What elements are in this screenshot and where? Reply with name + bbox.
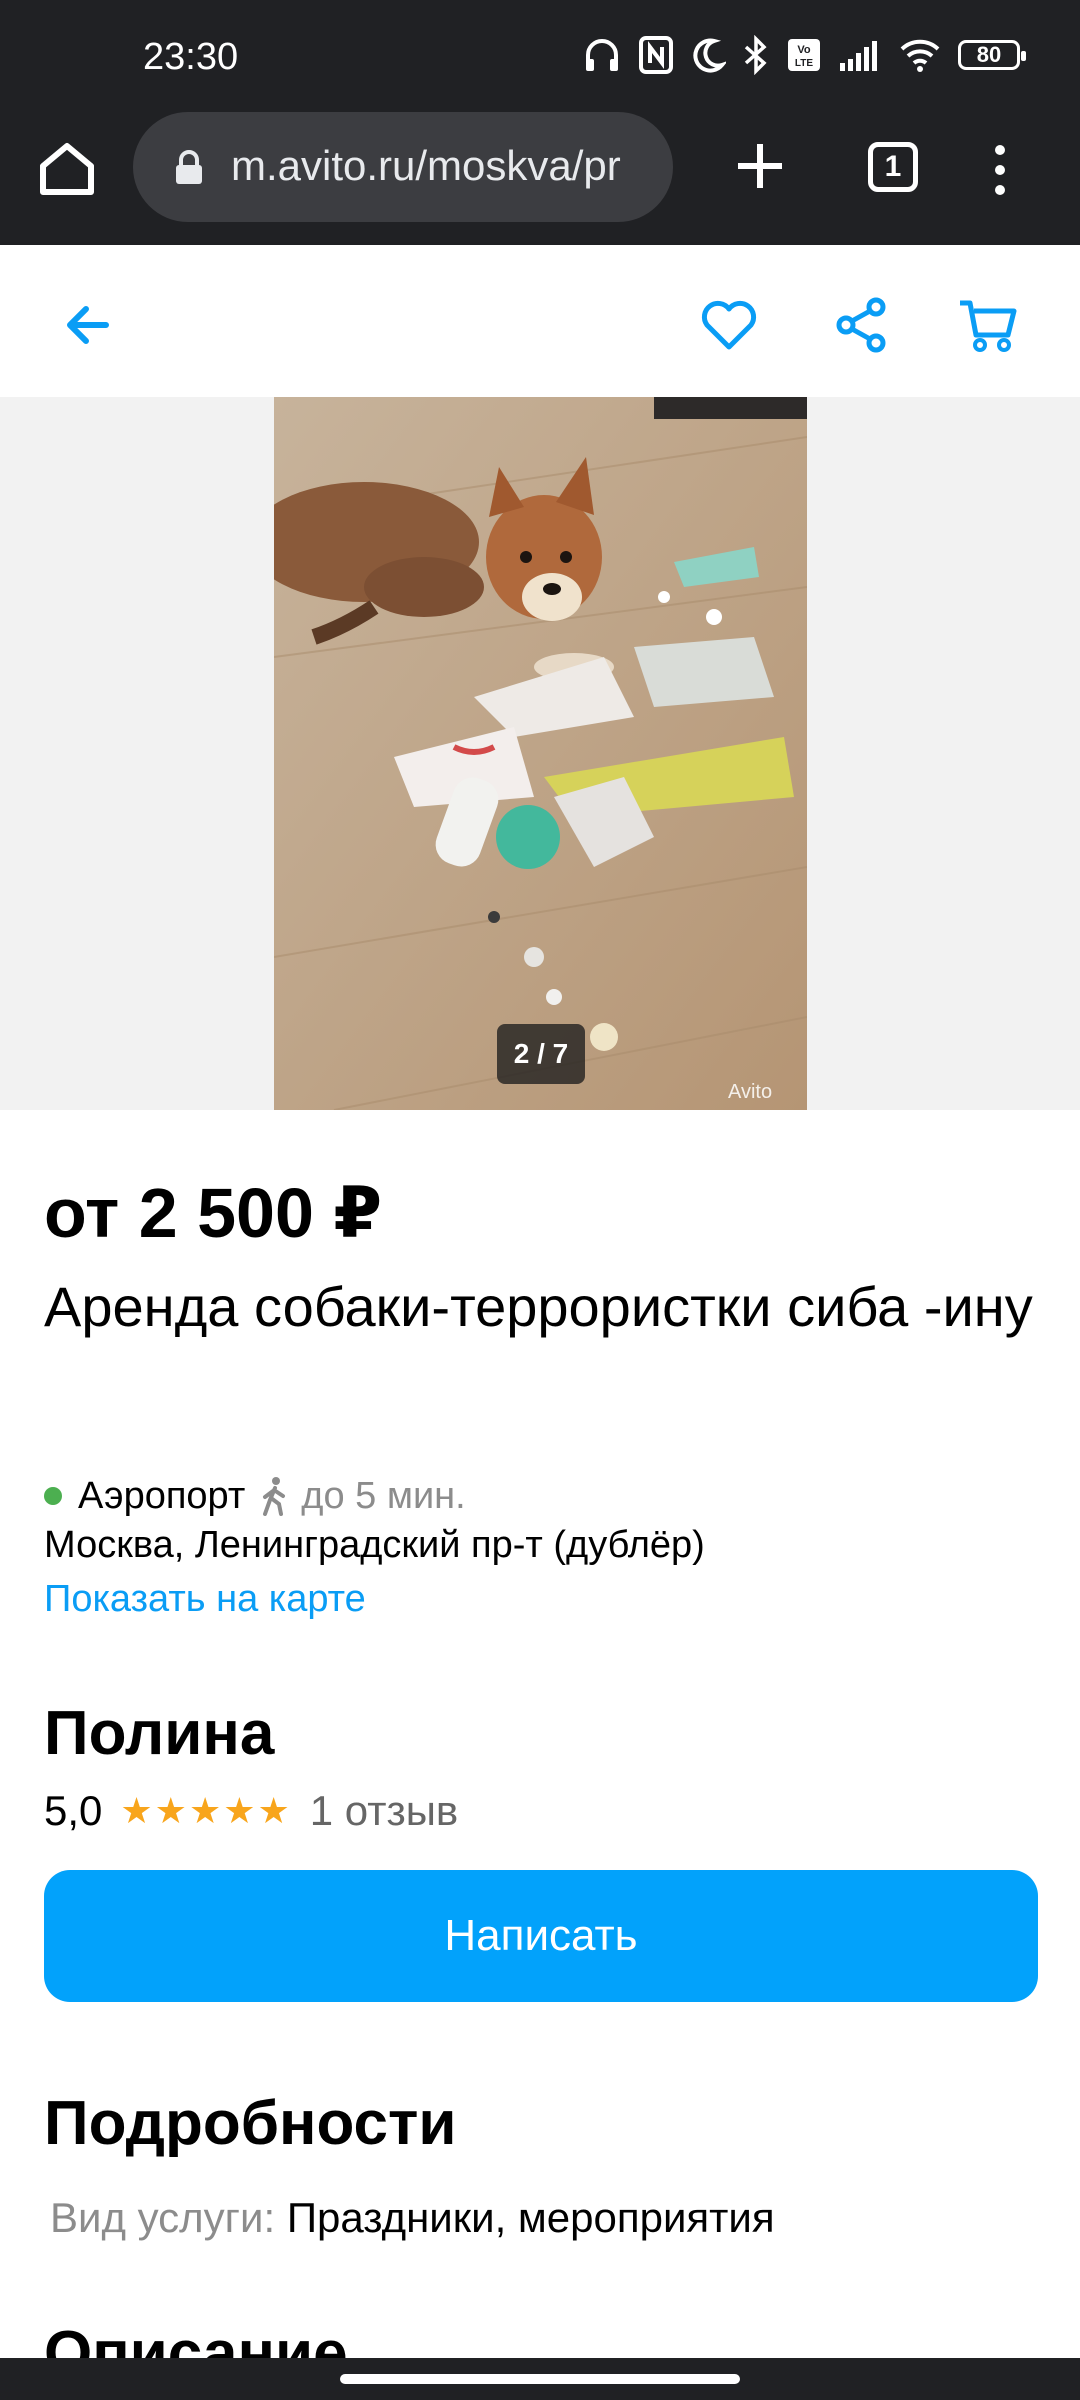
metro-line-dot	[44, 1487, 62, 1505]
home-icon[interactable]	[35, 140, 99, 196]
reviews-link[interactable]: 1 отзыв	[310, 1787, 458, 1835]
signal-icon	[840, 41, 877, 71]
seller-rating: 5,0 ★★★★★ 1 отзыв	[44, 1783, 458, 1839]
volte-icon: Vo LTE	[788, 39, 820, 71]
browser-chrome: 23:30 Vo LTE 80 m.avito.ru/moskva/pr 1	[0, 0, 1080, 245]
seller-name[interactable]: Полина	[44, 1698, 274, 1769]
system-nav-bar	[0, 2358, 1080, 2400]
detail-value: Праздники, мероприятия	[286, 2194, 775, 2241]
photo-counter: 2 / 7	[497, 1024, 585, 1084]
listing-title: Аренда собаки-террористки сиба -ину	[44, 1275, 1033, 1338]
battery-icon: 80	[958, 40, 1026, 70]
write-message-button[interactable]: Написать	[44, 1870, 1038, 2002]
tab-switcher-button[interactable]: 1	[868, 142, 918, 192]
star-rating-icon: ★★★★★	[120, 1790, 292, 1831]
back-arrow-icon[interactable]	[56, 293, 120, 357]
rating-value: 5,0	[44, 1787, 103, 1834]
metro-station: Аэропорт	[78, 1474, 246, 1517]
metro-info: Аэропорт до 5 мин.	[44, 1472, 466, 1520]
wifi-icon	[900, 39, 940, 72]
svg-text:Vo: Vo	[797, 44, 811, 56]
listing-photo[interactable]	[274, 397, 807, 1110]
dog-photo-image	[274, 397, 807, 1110]
status-time: 23:30	[143, 36, 239, 78]
new-tab-icon[interactable]	[730, 136, 790, 196]
address-bar[interactable]: m.avito.ru/moskva/pr	[133, 112, 673, 222]
cart-icon[interactable]	[956, 293, 1020, 357]
url-text[interactable]: m.avito.ru/moskva/pr	[231, 142, 651, 192]
avito-watermark: Avito	[728, 1081, 773, 1103]
heart-icon[interactable]	[697, 293, 761, 357]
share-icon[interactable]	[830, 293, 894, 357]
detail-label: Вид услуги:	[50, 2194, 276, 2241]
photo-gallery[interactable]: 2 / 7 Avito	[0, 397, 1080, 1110]
status-icons: Vo LTE 80	[582, 30, 1026, 80]
lock-icon	[176, 150, 202, 184]
more-menu-icon[interactable]	[985, 140, 1015, 200]
bluetooth-icon	[744, 35, 767, 75]
nfc-icon	[639, 36, 673, 74]
walk-time: до 5 мин.	[301, 1474, 466, 1517]
details-heading: Подробности	[44, 2089, 457, 2158]
listing-address: Москва, Ленинградский пр-т (дублёр)	[44, 1524, 705, 1566]
walking-icon	[263, 1477, 286, 1516]
listing-price: от 2 500 ₽	[44, 1174, 383, 1252]
gesture-handle[interactable]	[340, 2374, 740, 2384]
app-header	[0, 245, 1080, 397]
headphones-icon	[586, 39, 618, 71]
detail-service-type: Вид услуги: Праздники, мероприятия	[50, 2194, 775, 2242]
svg-text:LTE: LTE	[795, 58, 813, 69]
show-on-map-link[interactable]: Показать на карте	[44, 1578, 366, 1621]
moon-icon	[693, 38, 726, 73]
